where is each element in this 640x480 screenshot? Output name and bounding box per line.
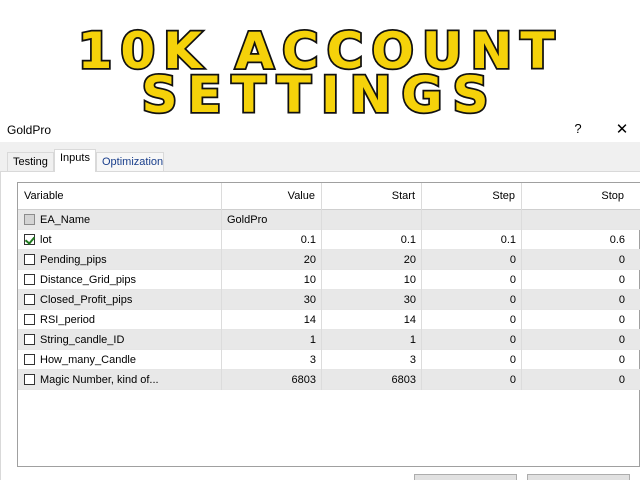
table-row[interactable]: EA_Name GoldPro (18, 210, 640, 230)
start-cell[interactable]: 30 (322, 290, 422, 310)
start-cell[interactable]: 0.1 (322, 230, 422, 250)
step-cell[interactable]: 0.1 (422, 230, 522, 250)
table-row[interactable]: Distance_Grid_pips 10 10 0 0 (18, 270, 640, 290)
table-row[interactable]: lot 0.1 0.1 0.1 0.6 (18, 230, 640, 250)
variable-name: Pending_pips (40, 254, 107, 266)
start-cell[interactable]: 6803 (322, 370, 422, 390)
variable-cell: Magic Number, kind of... (18, 370, 222, 390)
checkbox[interactable] (24, 334, 35, 345)
stop-cell[interactable]: 0 (522, 330, 630, 350)
stop-cell[interactable]: 0 (522, 310, 630, 330)
start-cell[interactable] (322, 210, 422, 230)
variable-name: lot (40, 234, 52, 246)
checkbox-checked[interactable] (24, 234, 35, 245)
step-cell[interactable]: 0 (422, 310, 522, 330)
stop-cell[interactable]: 0 (522, 350, 630, 370)
step-cell[interactable] (422, 210, 522, 230)
checkbox (24, 214, 35, 225)
variable-name: Distance_Grid_pips (40, 274, 136, 286)
value-cell[interactable]: 1 (222, 330, 322, 350)
variable-cell: String_candle_ID (18, 330, 222, 350)
start-cell[interactable]: 14 (322, 310, 422, 330)
tab-testing[interactable]: Testing (7, 152, 54, 172)
checkbox[interactable] (24, 254, 35, 265)
value-cell[interactable]: 30 (222, 290, 322, 310)
table-row[interactable]: Magic Number, kind of... 6803 6803 0 0 (18, 370, 640, 390)
table-row[interactable]: RSI_period 14 14 0 0 (18, 310, 640, 330)
variable-cell: Distance_Grid_pips (18, 270, 222, 290)
variable-name: RSI_period (40, 314, 96, 326)
stop-cell[interactable]: 0 (522, 270, 630, 290)
close-icon[interactable]: ✕ (614, 120, 630, 138)
value-cell[interactable]: 20 (222, 250, 322, 270)
checkbox[interactable] (24, 294, 35, 305)
variable-name: Magic Number, kind of... (40, 374, 159, 386)
banner-title-line2: SETTINGS (141, 66, 498, 118)
start-cell[interactable]: 20 (322, 250, 422, 270)
dialog-title-bar: GoldPro ? ✕ (0, 118, 640, 142)
variable-name: How_many_Candle (40, 354, 136, 366)
table-header: Variable Value Start Step Stop (18, 183, 640, 210)
stop-cell[interactable]: 0 (522, 370, 630, 390)
header-stop[interactable]: Stop (522, 183, 630, 210)
variable-name: Closed_Profit_pips (40, 294, 133, 306)
checkbox[interactable] (24, 274, 35, 285)
value-cell[interactable]: 3 (222, 350, 322, 370)
header-value[interactable]: Value (222, 183, 322, 210)
table-row[interactable]: How_many_Candle 3 3 0 0 (18, 350, 640, 370)
step-cell[interactable]: 0 (422, 370, 522, 390)
checkbox[interactable] (24, 314, 35, 325)
variable-name: String_candle_ID (40, 334, 125, 346)
tab-inputs[interactable]: Inputs (54, 149, 96, 173)
dialog-title: GoldPro (7, 123, 52, 137)
start-cell[interactable]: 1 (322, 330, 422, 350)
variable-cell: EA_Name (18, 210, 222, 230)
value-cell[interactable]: 6803 (222, 370, 322, 390)
variable-cell: RSI_period (18, 310, 222, 330)
tab-optimization[interactable]: Optimization (96, 152, 164, 172)
dialog-button-right[interactable] (527, 474, 630, 480)
start-cell[interactable]: 3 (322, 350, 422, 370)
table-row[interactable]: Closed_Profit_pips 30 30 0 0 (18, 290, 640, 310)
step-cell[interactable]: 0 (422, 290, 522, 310)
step-cell[interactable]: 0 (422, 350, 522, 370)
header-variable[interactable]: Variable (18, 183, 222, 210)
tab-bar: Testing Optimization Inputs (0, 142, 640, 173)
step-cell[interactable]: 0 (422, 330, 522, 350)
variable-cell: How_many_Candle (18, 350, 222, 370)
value-cell[interactable]: 10 (222, 270, 322, 290)
dialog-button-left[interactable] (414, 474, 517, 480)
step-cell[interactable]: 0 (422, 270, 522, 290)
stop-cell[interactable]: 0 (522, 290, 630, 310)
inputs-table: Variable Value Start Step Stop EA_Name Go… (17, 182, 640, 467)
stop-cell[interactable] (522, 210, 630, 230)
help-icon[interactable]: ? (572, 121, 584, 136)
variable-cell: Pending_pips (18, 250, 222, 270)
promo-banner: 10K ACCOUNT SETTINGS (0, 0, 640, 118)
checkbox[interactable] (24, 354, 35, 365)
value-cell[interactable]: 0.1 (222, 230, 322, 250)
step-cell[interactable]: 0 (422, 250, 522, 270)
value-cell[interactable]: GoldPro (222, 210, 322, 230)
header-step[interactable]: Step (422, 183, 522, 210)
variable-cell: Closed_Profit_pips (18, 290, 222, 310)
table-row[interactable]: String_candle_ID 1 1 0 0 (18, 330, 640, 350)
variable-cell: lot (18, 230, 222, 250)
start-cell[interactable]: 10 (322, 270, 422, 290)
value-cell[interactable]: 14 (222, 310, 322, 330)
variable-name: EA_Name (40, 214, 91, 226)
stop-cell[interactable]: 0 (522, 250, 630, 270)
checkbox[interactable] (24, 374, 35, 385)
table-row[interactable]: Pending_pips 20 20 0 0 (18, 250, 640, 270)
stop-cell[interactable]: 0.6 (522, 230, 630, 250)
header-start[interactable]: Start (322, 183, 422, 210)
